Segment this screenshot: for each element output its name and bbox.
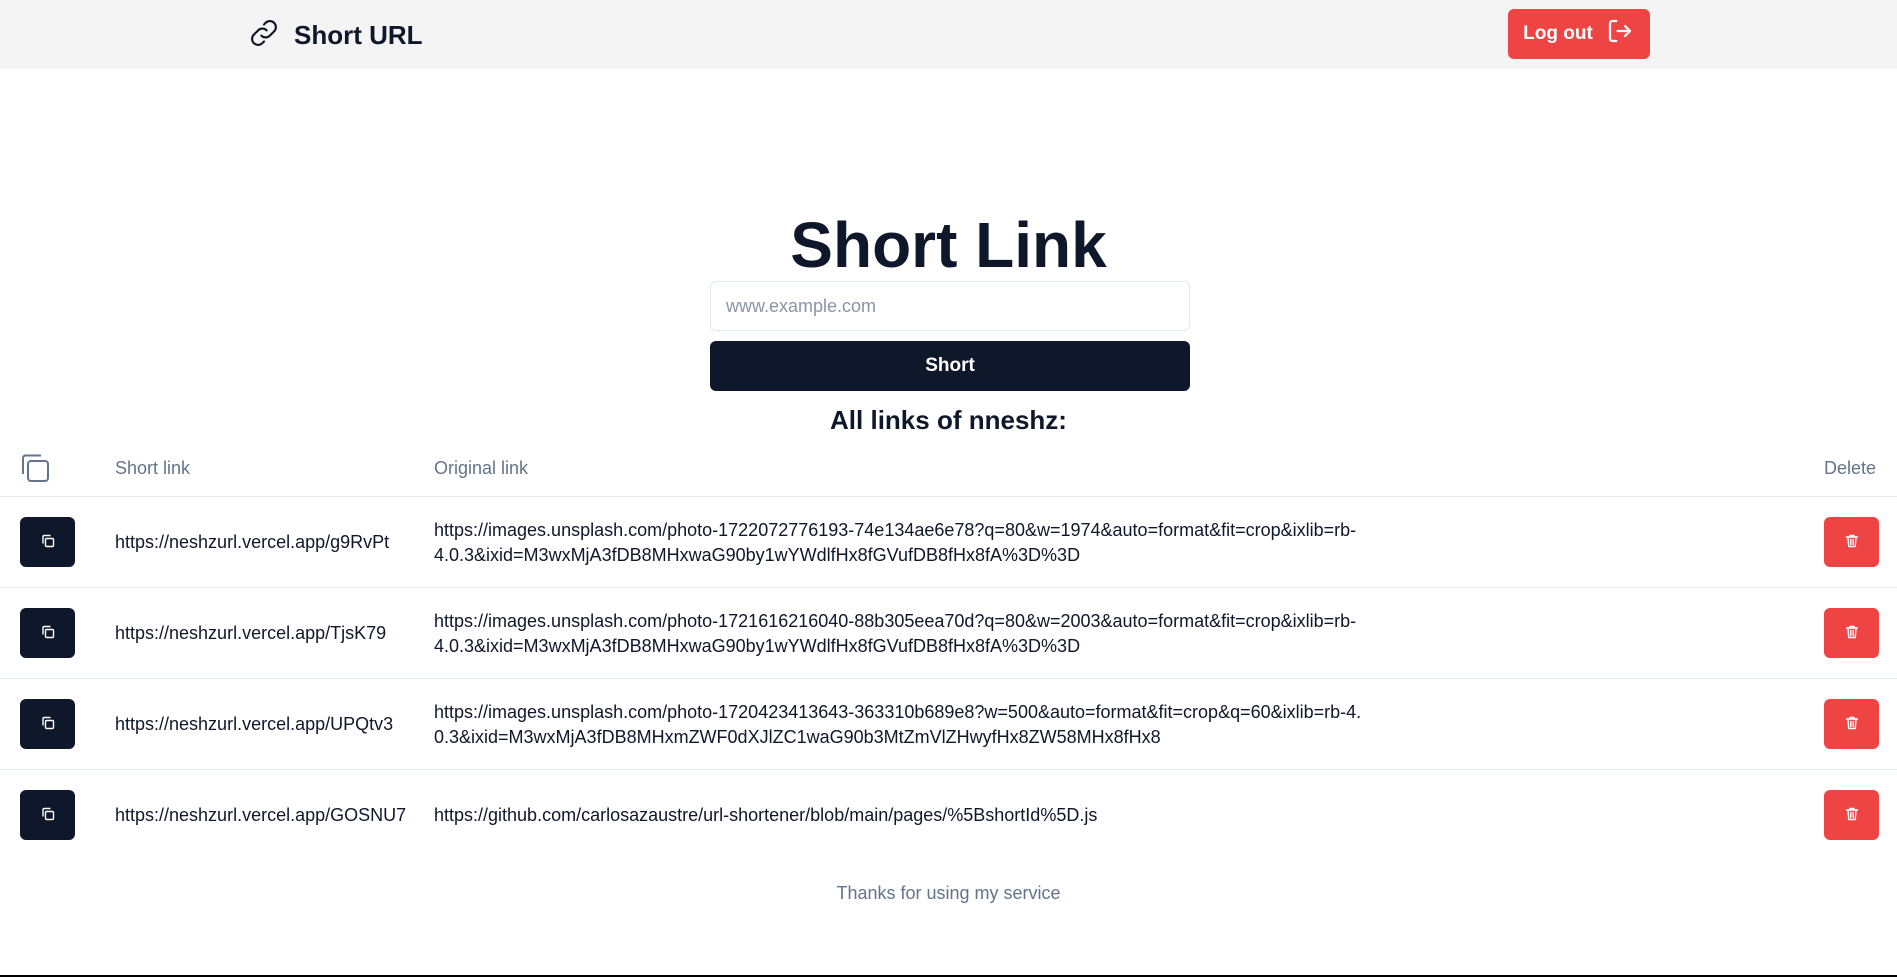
short-link[interactable]: https://neshzurl.vercel.app/TjsK79	[115, 588, 386, 679]
table-row: https://neshzurl.vercel.app/TjsK79 https…	[0, 588, 1897, 679]
original-link[interactable]: https://github.com/carlosazaustre/url-sh…	[434, 770, 1364, 861]
url-input[interactable]	[710, 281, 1190, 331]
copy-icon	[40, 624, 56, 643]
copy-icon	[18, 451, 52, 485]
copy-button[interactable]	[20, 699, 75, 749]
short-link[interactable]: https://neshzurl.vercel.app/g9RvPt	[115, 497, 389, 588]
trash-icon	[1844, 533, 1860, 552]
brand-title: Short URL	[294, 19, 423, 50]
original-link[interactable]: https://images.unsplash.com/photo-172207…	[434, 497, 1364, 588]
copy-icon	[40, 715, 56, 734]
short-link[interactable]: https://neshzurl.vercel.app/UPQtv3	[115, 679, 393, 770]
delete-button[interactable]	[1824, 517, 1879, 567]
trash-icon	[1844, 715, 1860, 734]
footer-text: Thanks for using my service	[836, 883, 1061, 903]
delete-button[interactable]	[1824, 608, 1879, 658]
table-row: https://neshzurl.vercel.app/g9RvPt https…	[0, 497, 1897, 588]
trash-icon	[1844, 806, 1860, 825]
short-button[interactable]: Short	[710, 341, 1190, 391]
page-title: Short Link	[790, 209, 1107, 281]
original-link[interactable]: https://images.unsplash.com/photo-172161…	[434, 588, 1364, 679]
trash-icon	[1844, 624, 1860, 643]
brand[interactable]: Short URL	[248, 14, 423, 56]
copy-button[interactable]	[20, 517, 75, 567]
table-row: https://neshzurl.vercel.app/UPQtv3 https…	[0, 679, 1897, 770]
links-heading: All links of nneshz:	[830, 405, 1067, 435]
column-header-delete: Delete	[1824, 458, 1877, 478]
copy-icon	[40, 806, 56, 825]
copy-icon	[40, 533, 56, 552]
logout-label: Log out	[1523, 23, 1593, 44]
delete-button[interactable]	[1824, 699, 1879, 749]
link-icon	[248, 17, 280, 54]
copy-button[interactable]	[20, 608, 75, 658]
column-header-short-link: Short link	[115, 458, 191, 478]
column-header-original-link: Original link	[434, 458, 529, 478]
page: Short URL Log out Short Link Short All l…	[0, 0, 1897, 977]
original-link[interactable]: https://images.unsplash.com/photo-172042…	[434, 679, 1364, 770]
top-bar: Short URL Log out	[0, 0, 1897, 69]
table-row: https://neshzurl.vercel.app/GOSNU7 https…	[0, 770, 1897, 861]
table-header: Short link Original link Delete	[0, 440, 1897, 497]
logout-icon	[1605, 16, 1635, 52]
short-link[interactable]: https://neshzurl.vercel.app/GOSNU7	[115, 770, 406, 861]
copy-button[interactable]	[20, 790, 75, 840]
logout-button[interactable]: Log out	[1508, 9, 1650, 59]
delete-button[interactable]	[1824, 790, 1879, 840]
